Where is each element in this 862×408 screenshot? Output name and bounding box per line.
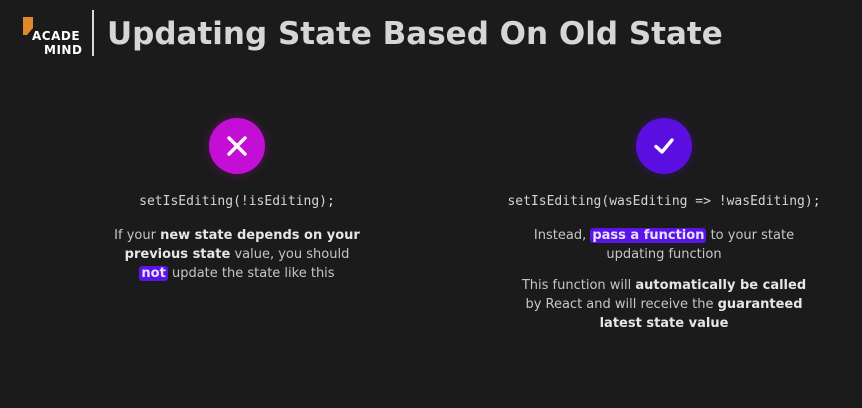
logo-text: ACADE MIND xyxy=(32,29,82,57)
wrong-badge xyxy=(209,118,265,174)
wrong-approach-column: setIsEditing(!isEditing); If your new st… xyxy=(112,118,362,283)
correct-explanation-2: This function will automatically be call… xyxy=(514,276,814,333)
wrong-text-2: value, you should xyxy=(230,247,350,262)
correct-text-3: This function will xyxy=(521,278,636,293)
correct-code-snippet: setIsEditing(wasEditing => !wasEditing); xyxy=(507,194,821,209)
slide-header: ACADE MIND Updating State Based On Old S… xyxy=(0,0,862,72)
not-highlight: not xyxy=(139,266,168,281)
logo-line-1: ACADE xyxy=(32,29,81,43)
correct-badge xyxy=(636,118,692,174)
wrong-text-1: If your xyxy=(114,228,161,243)
academind-logo: ACADE MIND xyxy=(20,14,82,60)
check-icon xyxy=(654,138,674,154)
pass-function-highlight: pass a function xyxy=(590,228,707,243)
wrong-code-snippet: setIsEditing(!isEditing); xyxy=(139,194,335,209)
correct-explanation-1: Instead, pass a function to your state u… xyxy=(514,226,814,264)
slide-title: Updating State Based On Old State xyxy=(107,16,723,52)
wrong-explanation: If your new state depends on your previo… xyxy=(112,226,362,283)
header-divider xyxy=(92,10,94,56)
correct-text-1: Instead, xyxy=(533,228,591,243)
right-approach-column: setIsEditing(wasEditing => !wasEditing);… xyxy=(468,118,860,333)
close-icon xyxy=(227,136,247,156)
correct-text-4: by React and will receive the xyxy=(525,297,718,312)
correct-bold-1: automatically be called xyxy=(635,278,807,293)
logo-line-2: MIND xyxy=(44,43,83,57)
wrong-text-3: update the state like this xyxy=(167,266,335,281)
